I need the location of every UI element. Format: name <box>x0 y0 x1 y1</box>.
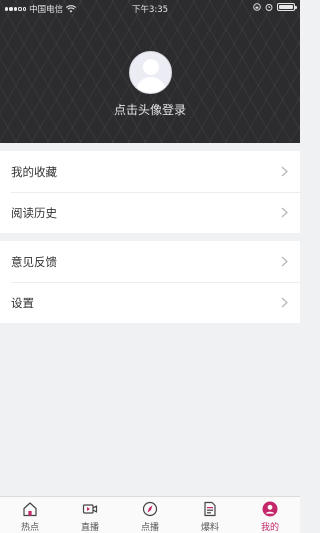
avatar-head <box>143 59 159 75</box>
home-icon <box>23 502 37 517</box>
tab-mine[interactable]: 我的 <box>240 497 300 533</box>
menu-item-history[interactable]: 阅读历史 <box>0 192 300 233</box>
avatar[interactable] <box>129 51 172 94</box>
tab-label: 直播 <box>80 523 99 533</box>
tab-label: 我的 <box>260 523 279 533</box>
tab-vod[interactable]: 点播 <box>120 497 180 533</box>
status-right <box>253 3 297 11</box>
menu-item-feedback[interactable]: 意见反馈 <box>0 241 300 282</box>
chevron-right-icon <box>281 207 288 218</box>
menu-item-settings[interactable]: 设置 <box>0 282 300 323</box>
tab-report[interactable]: 爆料 <box>180 497 240 533</box>
video-camera-icon <box>82 504 98 514</box>
menu-group-1: 我的收藏 阅读历史 <box>0 151 300 233</box>
menu-item-label: 阅读历史 <box>11 205 57 220</box>
battery-icon <box>277 3 297 11</box>
login-prompt[interactable]: 点击头像登录 <box>0 101 300 118</box>
lock-rotation-icon <box>253 3 261 11</box>
chevron-right-icon <box>281 297 288 308</box>
document-icon <box>204 501 216 517</box>
compass-icon <box>142 501 158 517</box>
tab-hot[interactable]: 热点 <box>0 497 60 533</box>
user-icon <box>262 501 278 517</box>
menu-item-favorites[interactable]: 我的收藏 <box>0 151 300 192</box>
status-bar: 中国电信 下午3:35 <box>0 0 300 16</box>
menu-item-label: 意见反馈 <box>11 254 57 269</box>
menu-group-2: 意见反馈 设置 <box>0 241 300 323</box>
tab-bar: 热点 直播 点播 爆料 我的 <box>0 496 300 533</box>
tab-live[interactable]: 直播 <box>60 497 120 533</box>
alarm-icon <box>265 4 273 11</box>
chevron-right-icon <box>281 166 288 177</box>
tab-label: 热点 <box>20 523 39 533</box>
battery-fill <box>279 5 293 9</box>
tab-label: 爆料 <box>200 523 219 533</box>
menu-item-label: 我的收藏 <box>11 164 57 179</box>
profile-header: 中国电信 下午3:35 点击头像登录 <box>0 0 300 143</box>
menu-item-label: 设置 <box>11 295 34 310</box>
chevron-right-icon <box>281 256 288 267</box>
tab-label: 点播 <box>140 523 159 533</box>
avatar-body <box>136 77 166 93</box>
